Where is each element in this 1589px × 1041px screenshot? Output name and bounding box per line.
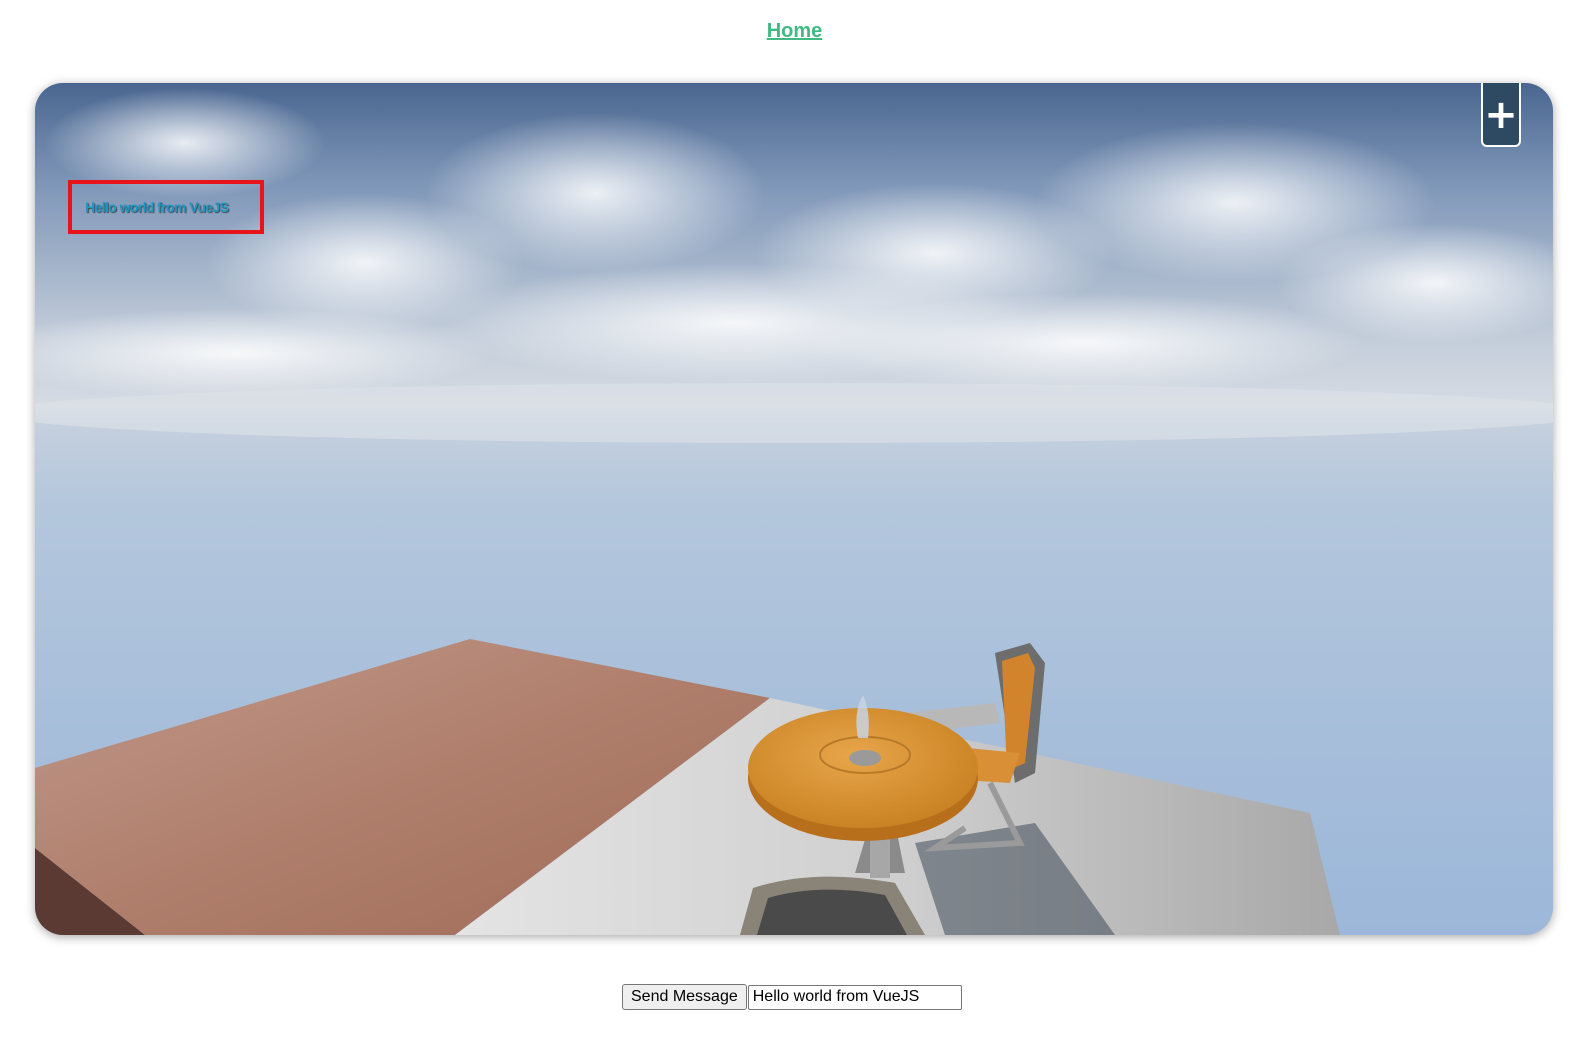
top-nav: Home [0, 20, 1589, 43]
message-controls: Send Message [622, 984, 962, 1010]
plus-icon: + [1484, 92, 1518, 138]
send-message-button[interactable]: Send Message [622, 984, 747, 1010]
page: Home Hello world from VueJS + Send Messa… [0, 0, 1589, 1041]
home-link[interactable]: Home [767, 20, 823, 42]
overlay-message-text: Hello world from VueJS [85, 199, 229, 215]
message-input[interactable] [747, 984, 962, 1010]
message-overlay: Hello world from VueJS [68, 180, 264, 234]
expand-button[interactable]: + [1481, 83, 1521, 147]
stream-viewport[interactable]: Hello world from VueJS + [35, 83, 1553, 935]
